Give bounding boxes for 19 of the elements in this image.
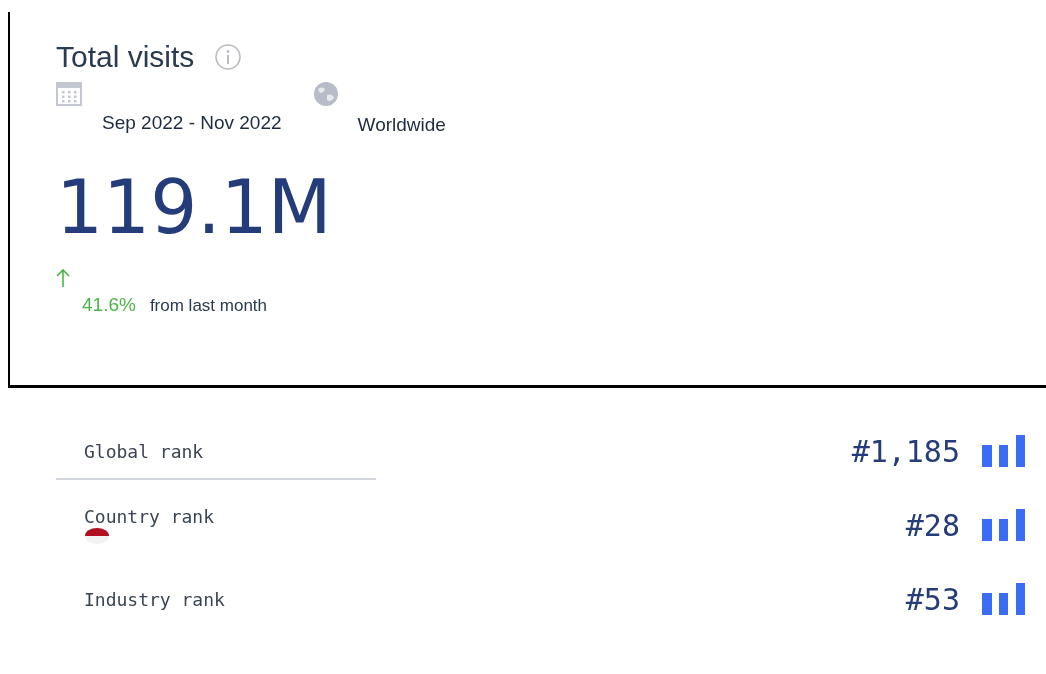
region-label: Worldwide	[357, 114, 446, 136]
date-range: Sep 2022 - Nov 2022	[102, 112, 282, 134]
visits-value: 119.1M	[56, 170, 333, 244]
bar-chart-icon[interactable]	[982, 583, 1026, 615]
rank-label: Industry rank	[84, 588, 225, 610]
change-note: from last month	[149, 296, 268, 316]
card-title: Total visits	[56, 40, 195, 74]
rank-label: Country rank	[84, 505, 215, 527]
flag-icon	[84, 526, 110, 545]
rank-value: #53	[905, 581, 960, 617]
bar-chart-icon[interactable]	[982, 435, 1026, 467]
bar-chart-icon[interactable]	[982, 509, 1026, 541]
calendar-icon	[56, 80, 82, 106]
rank-value: #28	[905, 507, 960, 543]
globe-icon	[311, 80, 340, 108]
rank-value: #1,185	[851, 433, 960, 469]
change-percent: 41.6%	[82, 294, 136, 316]
rank-label: Global rank	[84, 440, 204, 462]
up-arrow-icon	[56, 268, 70, 288]
